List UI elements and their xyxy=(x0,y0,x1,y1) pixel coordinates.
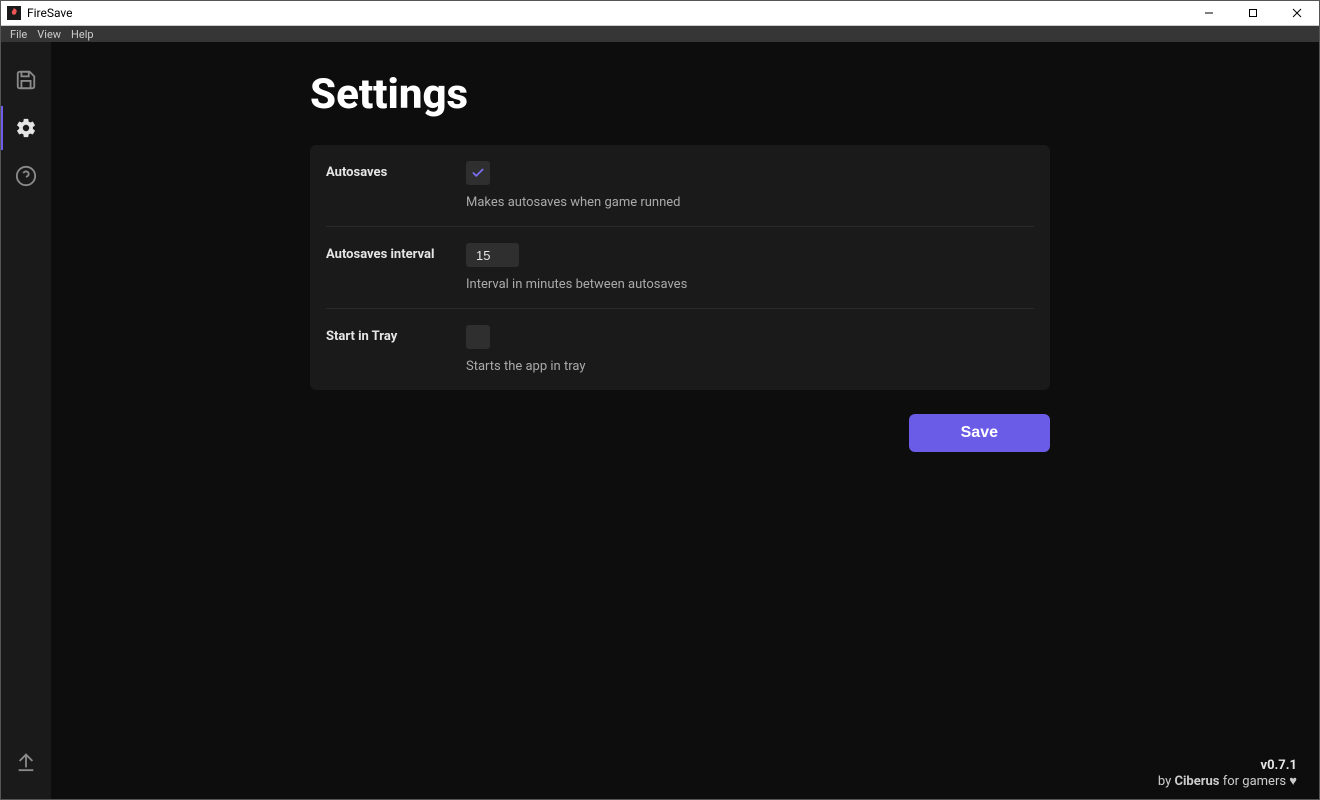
sidebar-item-saves[interactable] xyxy=(1,56,51,104)
setting-row-autosaves: Autosaves Makes autosaves when game runn… xyxy=(326,145,1034,227)
setting-label: Autosaves interval xyxy=(326,243,466,292)
titlebar-left: FireSave xyxy=(7,6,73,20)
save-button[interactable]: Save xyxy=(909,414,1050,452)
settings-card: Autosaves Makes autosaves when game runn… xyxy=(310,145,1050,390)
start-in-tray-checkbox[interactable] xyxy=(466,325,490,349)
sidebar-item-help[interactable] xyxy=(1,152,51,200)
save-icon xyxy=(15,69,37,91)
help-icon xyxy=(15,165,37,187)
main: Settings Autosaves Makes autosaves when … xyxy=(51,42,1319,799)
setting-description: Makes autosaves when game runned xyxy=(466,195,1034,210)
upload-icon xyxy=(15,750,37,772)
window-controls xyxy=(1187,1,1319,26)
window-title: FireSave xyxy=(27,6,73,20)
sidebar xyxy=(1,42,51,799)
credits-author: Ciberus xyxy=(1174,774,1219,789)
menu-file[interactable]: File xyxy=(5,26,32,43)
setting-control: Makes autosaves when game runned xyxy=(466,161,1034,210)
setting-control: Interval in minutes between autosaves xyxy=(466,243,1034,292)
page-title: Settings xyxy=(310,70,1050,119)
autosaves-checkbox[interactable] xyxy=(466,161,490,185)
app-icon xyxy=(7,6,21,20)
content: Settings Autosaves Makes autosaves when … xyxy=(310,70,1050,390)
credits: by Ciberus for gamers ♥ xyxy=(1158,773,1297,789)
titlebar: FireSave xyxy=(1,1,1319,26)
setting-row-tray: Start in Tray Starts the app in tray xyxy=(326,309,1034,390)
maximize-button[interactable] xyxy=(1231,1,1275,26)
sidebar-item-upload[interactable] xyxy=(1,737,51,785)
footer: v0.7.1 by Ciberus for gamers ♥ xyxy=(1158,758,1297,789)
check-icon xyxy=(471,166,485,180)
credits-suffix: for gamers ♥ xyxy=(1219,774,1297,789)
version-label: v0.7.1 xyxy=(1158,758,1297,773)
setting-description: Starts the app in tray xyxy=(466,359,1034,374)
sidebar-item-settings[interactable] xyxy=(1,104,51,152)
setting-control: Starts the app in tray xyxy=(466,325,1034,374)
menu-help[interactable]: Help xyxy=(66,26,99,43)
menu-view[interactable]: View xyxy=(32,26,66,43)
minimize-button[interactable] xyxy=(1187,1,1231,26)
setting-description: Interval in minutes between autosaves xyxy=(466,277,1034,292)
setting-row-interval: Autosaves interval Interval in minutes b… xyxy=(326,227,1034,309)
setting-label: Autosaves xyxy=(326,161,466,210)
close-button[interactable] xyxy=(1275,1,1319,26)
autosaves-interval-input[interactable] xyxy=(466,243,519,267)
credits-by: by xyxy=(1158,774,1175,789)
gear-icon xyxy=(15,117,37,139)
body: Settings Autosaves Makes autosaves when … xyxy=(1,42,1319,799)
setting-label: Start in Tray xyxy=(326,325,466,374)
menubar: File View Help xyxy=(1,26,1319,42)
